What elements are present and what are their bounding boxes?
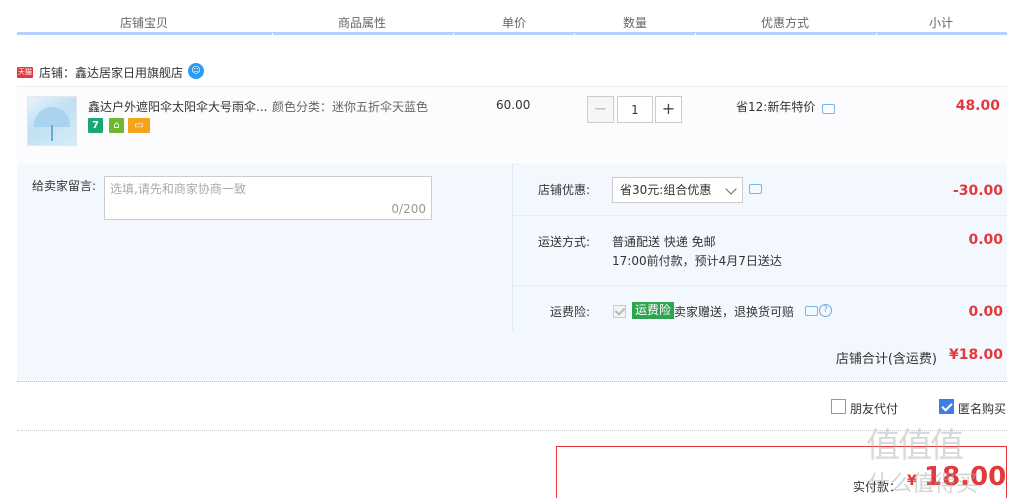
quantity-increase-button[interactable]: +: [655, 96, 682, 123]
col-header-qty: 数量: [623, 16, 648, 30]
friend-pay-checkbox[interactable]: [831, 399, 846, 414]
shop-total-value: ¥18.00: [948, 347, 1003, 363]
promo-text: 省12:新年特价: [736, 100, 816, 114]
help-icon[interactable]: ?: [819, 304, 832, 317]
coupon-select[interactable]: 省30元:组合优惠: [612, 177, 743, 203]
message-label: 给卖家留言:: [32, 179, 97, 193]
shop-name-link[interactable]: 店铺：鑫达居家日用旗舰店: [39, 64, 183, 81]
header-divider: [17, 32, 1007, 35]
coupon-comment-icon[interactable]: [749, 184, 762, 194]
col-header-price: 单价: [502, 16, 527, 30]
col-header-shop: 店铺宝贝: [120, 16, 169, 30]
insurance-amount: 0.00: [968, 304, 1003, 320]
header-col-sep: [272, 33, 273, 35]
header-col-sep: [695, 33, 696, 35]
seven-day-return-icon[interactable]: 7: [88, 118, 103, 133]
options-divider-line: [17, 430, 1007, 431]
shipping-method: 普通配送 快递 免邮: [612, 235, 716, 249]
shop-total-label: 店铺合计(含运费): [835, 352, 937, 367]
watermark-logo: 值值值: [866, 426, 964, 466]
insurance-label: 运费险:: [549, 305, 590, 319]
coupon-selected-value: 省30元:组合优惠: [620, 183, 712, 197]
anonymous-buy-label[interactable]: 匿名购买: [958, 400, 1006, 417]
insurance-checkbox[interactable]: [613, 305, 626, 318]
credit-card-icon[interactable]: ▭: [128, 118, 150, 133]
friend-pay-label[interactable]: 朋友代付: [850, 400, 898, 417]
anonymous-buy-checkbox[interactable]: [939, 399, 954, 414]
header-col-sep: [453, 33, 454, 35]
tmall-badge-icon: 天猫: [17, 67, 33, 78]
unit-price: 60.00: [496, 98, 531, 112]
options-divider: [513, 215, 1007, 216]
shipping-eta: 17:00前付款，预计4月7日送达: [612, 254, 782, 268]
options-divider: [513, 285, 1007, 286]
insurance-badge: 运费险: [632, 302, 675, 319]
shipping-amount: 0.00: [968, 232, 1003, 248]
col-header-subtotal: 小计: [929, 16, 954, 30]
chevron-down-icon: [725, 183, 737, 195]
guarantee-icon[interactable]: ⌂: [109, 118, 124, 133]
coupon-amount: -30.00: [952, 183, 1003, 199]
product-attribute: 颜色分类：迷你五折伞天蓝色: [272, 100, 429, 114]
header-col-sep: [574, 33, 575, 35]
shipping-label: 运送方式:: [537, 235, 590, 249]
col-header-attr: 商品属性: [338, 16, 387, 30]
item-subtotal: 48.00: [955, 98, 1000, 114]
quantity-decrease-button[interactable]: −: [587, 96, 614, 123]
insurance-text: 卖家赠送，退换货可赔: [674, 305, 795, 319]
coupon-label: 店铺优惠:: [537, 183, 590, 197]
header-col-sep: [876, 33, 877, 35]
quantity-input[interactable]: [617, 96, 653, 123]
product-title-link[interactable]: 鑫达户外遮阳伞太阳伞大号雨伞...: [88, 98, 267, 115]
insurance-comment-icon[interactable]: [805, 306, 818, 316]
product-thumbnail[interactable]: [27, 96, 77, 146]
wangwang-chat-icon[interactable]: ☺: [188, 63, 204, 79]
message-char-counter: 0/200: [391, 202, 426, 216]
promo-comment-icon[interactable]: [822, 104, 835, 114]
watermark-domain: 什么值得买: [868, 472, 979, 497]
umbrella-image: [34, 107, 70, 127]
umbrella-handle: [51, 125, 53, 141]
message-input[interactable]: [110, 180, 410, 198]
col-header-discount: 优惠方式: [761, 16, 810, 30]
